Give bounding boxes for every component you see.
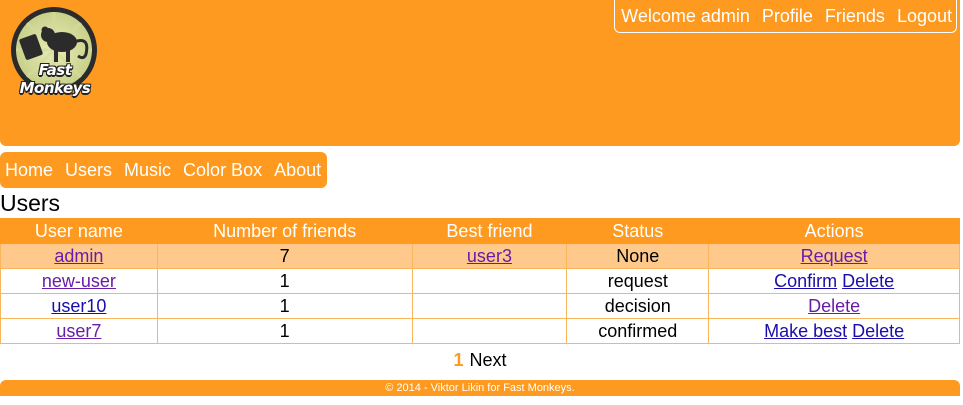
status-cell: None — [566, 243, 710, 269]
user-name-cell: new-user — [0, 268, 158, 294]
status-cell: decision — [566, 293, 710, 319]
nav-home[interactable]: Home — [5, 160, 53, 181]
make-best-link[interactable]: Make best — [764, 321, 847, 341]
actions-cell: Confirm Delete — [708, 268, 960, 294]
page-title: Users — [0, 190, 61, 216]
user-name-cell: admin — [0, 243, 158, 269]
profile-link[interactable]: Profile — [762, 6, 813, 27]
delete-link[interactable]: Delete — [842, 271, 894, 291]
friends-count-cell: 1 — [156, 318, 413, 344]
header-actions: Actions — [708, 218, 960, 244]
users-table: User name Number of friends Best friend … — [0, 218, 960, 344]
logo-text: Fast Monkeys — [19, 61, 91, 97]
friends-count-cell: 1 — [156, 293, 413, 319]
user-nav: Welcome admin Profile Friends Logout — [614, 0, 957, 33]
user-link[interactable]: new-user — [42, 271, 116, 291]
user-link[interactable]: user7 — [56, 321, 101, 341]
status-cell: confirmed — [566, 318, 710, 344]
nav-music[interactable]: Music — [124, 160, 171, 181]
request-link[interactable]: Request — [801, 246, 868, 266]
user-name-cell: user7 — [0, 318, 158, 344]
friends-count-cell: 7 — [156, 243, 413, 269]
next-page-link[interactable]: Next — [470, 350, 507, 370]
nav-color-box[interactable]: Color Box — [183, 160, 262, 181]
nav-users[interactable]: Users — [65, 160, 112, 181]
best-friend-cell: user3 — [411, 243, 568, 269]
user-link[interactable]: user10 — [51, 296, 106, 316]
table-row: user10 1 decision Delete — [0, 293, 960, 319]
confirm-link[interactable]: Confirm — [774, 271, 837, 291]
delete-link[interactable]: Delete — [852, 321, 904, 341]
footer: © 2014 - Viktor Likin for Fast Monkeys. — [0, 380, 960, 396]
best-friend-cell — [411, 318, 568, 344]
user-link[interactable]: admin — [54, 246, 103, 266]
user-name-cell: user10 — [0, 293, 158, 319]
header-number-of-friends: Number of friends — [156, 218, 413, 244]
main-nav: Home Users Music Color Box About — [0, 152, 327, 188]
actions-cell: Request — [708, 243, 960, 269]
table-row: admin 7 user3 None Request — [0, 243, 960, 269]
logout-link[interactable]: Logout — [897, 6, 952, 27]
table-header-row: User name Number of friends Best friend … — [0, 218, 960, 244]
header-user-name: User name — [0, 218, 158, 244]
best-friend-cell — [411, 293, 568, 319]
header-best-friend: Best friend — [411, 218, 568, 244]
actions-cell: Delete — [708, 293, 960, 319]
best-friend-link[interactable]: user3 — [467, 246, 512, 266]
pagination: 1 Next — [0, 350, 960, 371]
table-row: user7 1 confirmed Make best Delete — [0, 318, 960, 344]
header-status: Status — [566, 218, 710, 244]
best-friend-cell — [411, 268, 568, 294]
friends-link[interactable]: Friends — [825, 6, 885, 27]
header: Fast Monkeys Welcome admin Profile Frien… — [0, 0, 960, 146]
fast-monkeys-logo[interactable]: Fast Monkeys — [8, 6, 104, 98]
current-page: 1 — [453, 350, 464, 370]
table-row: new-user 1 request Confirm Delete — [0, 268, 960, 294]
nav-about[interactable]: About — [274, 160, 321, 181]
friends-count-cell: 1 — [156, 268, 413, 294]
welcome-text: Welcome admin — [621, 5, 750, 26]
actions-cell: Make best Delete — [708, 318, 960, 344]
delete-link[interactable]: Delete — [808, 296, 860, 316]
status-cell: request — [566, 268, 710, 294]
